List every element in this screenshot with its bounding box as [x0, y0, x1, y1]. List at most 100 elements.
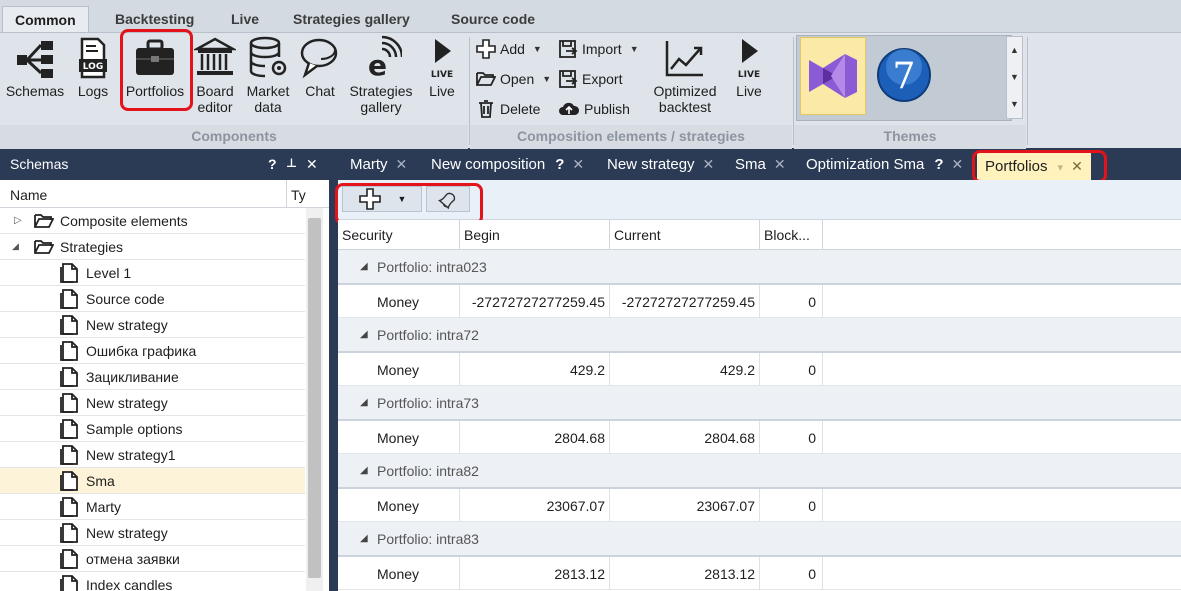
tree-item[interactable]: Ошибка графика [0, 338, 305, 364]
board-editor-button[interactable]: Board editor [192, 35, 238, 115]
portfolio-group-header[interactable]: ◢ Portfolio: intra82 [338, 454, 1181, 489]
column-name-header[interactable]: Name [10, 187, 47, 203]
open-label: Open [500, 71, 535, 87]
add-portfolio-button[interactable]: ▼ [342, 186, 422, 212]
svg-text:LIVE: LIVE [431, 70, 453, 80]
chevron-down-icon: ▼ [532, 44, 542, 54]
collapse-icon[interactable]: ◢ [360, 397, 368, 408]
portfolios-button[interactable]: Portfolios [121, 35, 189, 99]
table-row[interactable]: Money -27272727277259.45 -27272727277259.4… [338, 285, 1181, 318]
scrollbar-thumb[interactable] [308, 218, 321, 578]
close-icon[interactable]: ✕ [952, 156, 964, 172]
close-icon[interactable]: ✕ [306, 156, 318, 173]
doc-tab-new-composition[interactable]: New composition? ✕ [431, 150, 584, 180]
tree-item[interactable]: отмена заявки [0, 546, 305, 572]
tree-item[interactable]: New strategy [0, 312, 305, 338]
tree-item[interactable]: New strategy [0, 390, 305, 416]
tree-item[interactable]: New strategy [0, 520, 305, 546]
import-button[interactable]: Import ▼ [558, 37, 639, 61]
column-security-header[interactable]: Security [338, 220, 460, 250]
column-type-header[interactable]: Ty [286, 180, 306, 208]
doc-tab-marty[interactable]: Marty ✕ [350, 150, 407, 180]
table-row[interactable]: Money 429.2 429.2 0 [338, 353, 1181, 386]
cell-blocked: 0 [760, 353, 823, 386]
open-button[interactable]: Open ▼ [476, 67, 551, 91]
tree-folder[interactable]: ◢ Strategies [0, 234, 305, 260]
chevron-down-icon[interactable]: ▼ [398, 194, 407, 204]
help-icon[interactable]: ? [934, 156, 943, 173]
collapse-icon[interactable]: ◢ [360, 261, 368, 272]
close-icon[interactable]: ✕ [1071, 158, 1083, 174]
column-current-header[interactable]: Current [610, 220, 760, 250]
schemas-button[interactable]: Schemas [4, 35, 66, 99]
portfolio-group-header[interactable]: ◢ Portfolio: intra023 [338, 250, 1181, 285]
optimized-backtest-button[interactable]: Optimized backtest [646, 35, 724, 115]
tree-item[interactable]: Sample options [0, 416, 305, 442]
table-row[interactable]: Money 2804.68 2804.68 0 [338, 421, 1181, 454]
theme-win7-tile[interactable]: 7 [872, 37, 938, 115]
pin-icon[interactable]: ▾ [1058, 162, 1064, 174]
doc-tab-label: Marty [350, 156, 388, 173]
close-icon[interactable]: ✕ [396, 156, 408, 172]
play-icon: LIVE [738, 39, 760, 80]
doc-tab-optimization-sma[interactable]: Optimization Sma? ✕ [806, 150, 963, 180]
themes-scroller[interactable]: ▲ ▼ ▼ [1006, 36, 1023, 119]
doc-tab-new-strategy[interactable]: New strategy ✕ [607, 150, 714, 180]
collapse-icon[interactable]: ◢ [360, 465, 368, 476]
collapse-icon[interactable]: ◢ [360, 329, 368, 340]
publish-button[interactable]: Publish [558, 97, 630, 121]
tree-item-label: Marty [86, 498, 121, 515]
tree-item[interactable]: Level 1 [0, 260, 305, 286]
close-icon[interactable]: ✕ [572, 156, 584, 172]
column-begin-header[interactable]: Begin [460, 220, 610, 250]
close-icon[interactable]: ✕ [774, 156, 786, 172]
tab-source-code[interactable]: Source code [439, 6, 547, 33]
help-icon[interactable]: ? [555, 156, 564, 173]
help-icon[interactable]: ? [268, 156, 277, 172]
document-tabbar: Marty ✕ New composition? ✕ New strategy ✕ S… [338, 150, 1181, 180]
portfolios-label: Portfolios [125, 83, 185, 99]
doc-tab-portfolios[interactable]: Portfolios ▾ ✕ [977, 152, 1091, 180]
close-icon[interactable]: ✕ [703, 156, 715, 172]
export-button[interactable]: Export [558, 67, 622, 91]
tree-item[interactable]: Marty [0, 494, 305, 520]
table-row[interactable]: Money 2813.12 2813.12 0 [338, 557, 1181, 590]
collapse-icon[interactable]: ◢ [12, 241, 19, 252]
pin-icon[interactable]: ⊥ [286, 156, 297, 170]
tree-item[interactable]: Source code [0, 286, 305, 312]
expand-icon[interactable]: ▷ [14, 215, 22, 226]
expand-gallery-icon[interactable]: ▼ [1007, 91, 1022, 118]
delete-button[interactable]: Delete [476, 97, 540, 121]
schemas-scrollbar[interactable] [306, 208, 323, 591]
chat-button[interactable]: Chat [298, 35, 342, 99]
portfolio-group-header[interactable]: ◢ Portfolio: intra73 [338, 386, 1181, 421]
tree-item[interactable]: Index candles [0, 572, 305, 591]
column-blocked-header[interactable]: Block... [760, 220, 823, 250]
table-row[interactable]: Money 23067.07 23067.07 0 [338, 489, 1181, 522]
portfolio-group-header[interactable]: ◢ Portfolio: intra83 [338, 522, 1181, 557]
collapse-icon[interactable]: ◢ [360, 533, 368, 544]
market-data-button[interactable]: Market data [241, 35, 295, 115]
theme-vs-tile[interactable] [800, 37, 866, 115]
logs-button[interactable]: LOG Logs [72, 35, 114, 99]
tree-item[interactable]: Sma [0, 468, 305, 494]
cell-current: 2813.12 [610, 557, 760, 590]
scroll-up-icon[interactable]: ▲ [1007, 37, 1022, 64]
tree-item-label: New strategy [86, 316, 168, 333]
tab-backtesting[interactable]: Backtesting [103, 6, 206, 33]
tab-strategies-gallery[interactable]: Strategies gallery [281, 6, 422, 33]
tree-folder[interactable]: ▷ Composite elements [0, 208, 305, 234]
notifications-button[interactable] [426, 186, 470, 212]
add-button[interactable]: Add ▼ [476, 37, 542, 61]
doc-tab-sma[interactable]: Sma ✕ [735, 150, 786, 180]
tab-common[interactable]: Common [2, 6, 89, 33]
tab-live[interactable]: Live [219, 6, 271, 33]
portfolio-group-title: Portfolio: intra83 [377, 531, 479, 547]
strategies-gallery-button[interactable]: e Strategies gallery [345, 35, 417, 115]
tree-item[interactable]: New strategy1 [0, 442, 305, 468]
scroll-down-icon[interactable]: ▼ [1007, 64, 1022, 91]
live-button[interactable]: LIVE Live [420, 35, 464, 99]
composition-live-button[interactable]: LIVE Live [728, 35, 770, 99]
portfolio-group-header[interactable]: ◢ Portfolio: intra72 [338, 318, 1181, 353]
tree-item[interactable]: Зацикливание [0, 364, 305, 390]
